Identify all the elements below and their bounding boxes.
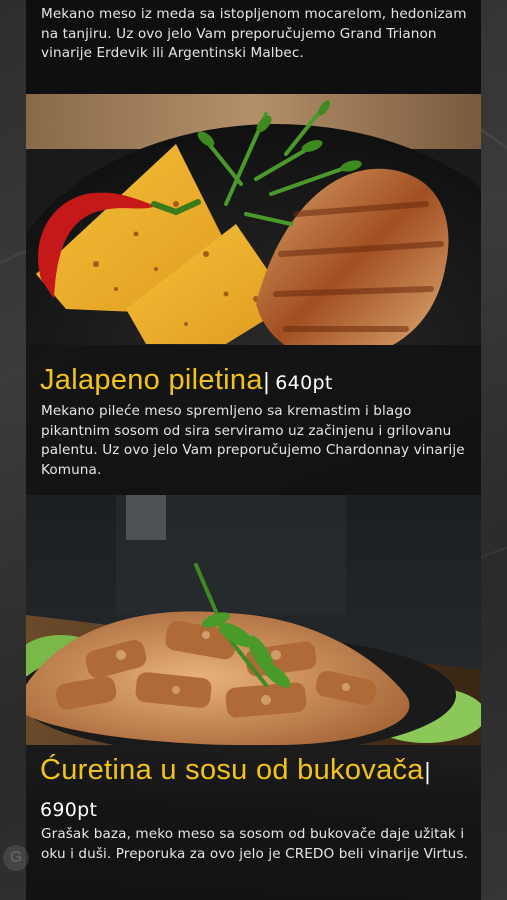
menu-item-title: Jalapeno piletina xyxy=(40,364,263,396)
chicken-mushroom-sauce-photo xyxy=(26,495,481,745)
title-separator: | xyxy=(262,370,271,395)
menu-item-description: Mekano pileće meso spremljeno sa kremast… xyxy=(41,403,465,478)
menu-item-heading: Jalapeno piletina| 640pt xyxy=(40,362,333,398)
menu-item-description: Grašak baza, meko meso sa sosom od bukov… xyxy=(41,826,468,862)
menu-item-price: 640pt xyxy=(275,372,333,394)
jalapeno-chicken-photo xyxy=(26,94,481,345)
menu-item-description-card: Mekano meso iz meda sa istopljenom mocar… xyxy=(26,0,481,94)
menu-item-title: Ćuretina u sosu od bukovača xyxy=(40,754,424,786)
menu-item-card[interactable]: Ćuretina u sosu od bukovača| 690pt Graša… xyxy=(26,745,481,900)
menu-item-price: 690pt xyxy=(40,799,98,821)
menu-item-card[interactable]: Jalapeno piletina| 640pt Mekano pileće m… xyxy=(26,345,481,495)
title-separator: | xyxy=(423,760,432,785)
google-icon[interactable]: G xyxy=(3,845,29,871)
menu-item-heading: Ćuretina u sosu od bukovača| 690pt xyxy=(40,752,470,829)
menu-list[interactable]: Mekano meso iz meda sa istopljenom mocar… xyxy=(26,0,481,900)
menu-item-description: Mekano meso iz meda sa istopljenom mocar… xyxy=(41,6,467,61)
